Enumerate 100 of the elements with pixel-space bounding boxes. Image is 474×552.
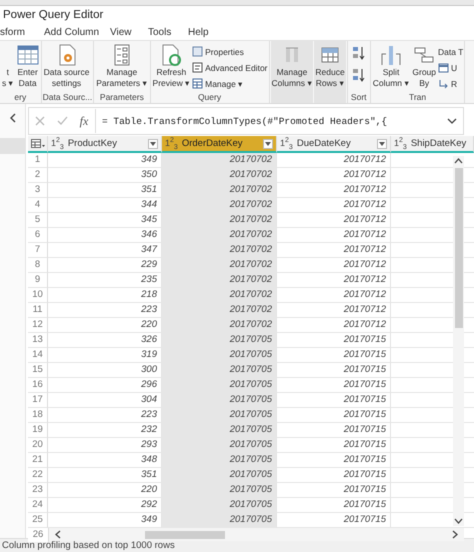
table-cell: 20170715 [277, 498, 391, 513]
table-cell: 300 [48, 363, 162, 378]
ribbon-menu-item[interactable]: U [438, 60, 464, 75]
chevron-down-icon[interactable] [447, 118, 457, 124]
table-cell: 20170705 [162, 483, 277, 498]
formula-field[interactable]: = Table.TransformColumnTypes(#"Promoted Headers",{ [95, 109, 463, 133]
table-cell: 344 [48, 198, 162, 213]
refresh-document-icon [160, 44, 182, 66]
table-cell: 20170712 [277, 273, 391, 288]
ribbon-button[interactable]: Manage Columns ▾ [270, 41, 314, 103]
table-cell: 20170702 [162, 243, 277, 258]
fx-label: fx [78, 114, 90, 128]
table-menu-button[interactable] [28, 136, 48, 153]
scroll-right-icon[interactable] [450, 530, 460, 540]
sort-descending-button[interactable] [352, 67, 366, 83]
row-number: 25 [28, 513, 48, 528]
column-header[interactable]: 1$^{2}$$_{3}$ ShipDateKey [391, 136, 474, 153]
table-cell: 20170702 [162, 228, 277, 243]
filter-dropdown-button[interactable] [263, 138, 273, 148]
table-icon [192, 78, 204, 89]
filter-dropdown-button[interactable] [148, 138, 158, 148]
table-cell: 349 [48, 153, 162, 168]
table-cell: 229 [48, 258, 162, 273]
row-number: 2 [28, 168, 48, 183]
properties-icon [192, 46, 204, 57]
table-cell: 20170705 [162, 363, 277, 378]
row-number: 1 [28, 153, 48, 168]
table-cell: 20170712 [277, 318, 391, 333]
menu-tab[interactable]: sform [0, 26, 44, 38]
table-cell: 20170705 [162, 348, 277, 363]
table-cell: 304 [48, 393, 162, 408]
table-cell: 20170712 [277, 213, 391, 228]
row-number: 22 [28, 468, 48, 483]
row-number: 18 [28, 408, 48, 423]
menu-tab[interactable]: Help [188, 26, 228, 38]
column-header[interactable]: 1$^{2}$$_{3}$ OrderDateKey [162, 136, 277, 153]
ribbon-button[interactable]: t s ▾ [1, 41, 15, 91]
filter-dropdown-button[interactable] [377, 138, 387, 148]
document-gear-icon [56, 44, 77, 66]
ribbon-menu-item[interactable]: Properties [192, 44, 268, 59]
ribbon-button[interactable]: Data source settings [42, 41, 90, 91]
row-number: 13 [28, 333, 48, 348]
group-label: ery [13, 91, 28, 103]
table-cell: 348 [48, 453, 162, 468]
table-cell: 346 [48, 228, 162, 243]
ribbon-button[interactable]: Group By [411, 41, 437, 91]
table-cell: 20170715 [277, 363, 391, 378]
table-cell: 20170712 [277, 198, 391, 213]
table-cell: 20170705 [162, 393, 277, 408]
editor-icon [192, 62, 204, 73]
group-label: Query [196, 91, 222, 103]
ribbon-menu-item[interactable]: Manage ▾ [192, 76, 268, 91]
menu-tab[interactable]: Add Column [44, 26, 110, 38]
table-cell: 220 [48, 318, 162, 333]
menu-tab[interactable]: Tools [148, 26, 188, 38]
table-cell: 20170715 [277, 438, 391, 453]
table-cell: 20170702 [162, 318, 277, 333]
table-cell: 20170712 [277, 288, 391, 303]
ribbon-button[interactable]: Refresh Preview ▾ [152, 41, 192, 91]
scroll-up-icon[interactable] [454, 156, 464, 166]
table-cell: 20170702 [162, 213, 277, 228]
scrollbar-thumb[interactable] [454, 168, 462, 328]
scroll-left-icon[interactable] [53, 530, 63, 540]
table-cell: 20170705 [162, 513, 277, 528]
table-cell: 20170705 [162, 498, 277, 513]
row-number: 6 [28, 228, 48, 243]
group-label: Data Sourc... [42, 91, 92, 103]
group-label: Tran [408, 91, 428, 103]
ribbon-button[interactable]: Reduce Rows ▾ [314, 41, 346, 103]
group-label: Sort [350, 91, 368, 103]
ribbon-menu-item[interactable]: R [438, 76, 464, 91]
group-icon [413, 45, 436, 65]
table-cell: 232 [48, 423, 162, 438]
table-cell: 20170715 [277, 483, 391, 498]
ribbon-menu-item[interactable]: Advanced Editor [192, 60, 268, 75]
table-cell: 20170715 [277, 333, 391, 348]
collapse-icon[interactable] [8, 112, 18, 124]
sort-ascending-button[interactable] [352, 45, 366, 61]
ribbon-button[interactable]: Split Column ▾ [372, 41, 410, 91]
table-cell: 20170715 [277, 393, 391, 408]
status-text: Column profiling based on top 1000 rows [2, 540, 175, 551]
table-cell: 20170715 [277, 513, 391, 528]
caret-icon [265, 142, 271, 146]
menu-tab[interactable]: View [110, 26, 148, 38]
ribbon-menu-item[interactable]: Data T [438, 44, 464, 59]
column-header[interactable]: 1$^{2}$$_{3}$ DueDateKey [277, 136, 391, 153]
scrollbar-thumb[interactable] [145, 530, 225, 538]
table-cell: 20170712 [277, 243, 391, 258]
table-cell: 235 [48, 273, 162, 288]
row-number: 3 [28, 183, 48, 198]
table-cell: 20170705 [162, 378, 277, 393]
ribbon-button[interactable]: Enter Data [16, 41, 40, 91]
table-cell: 319 [48, 348, 162, 363]
scroll-down-icon[interactable] [454, 516, 464, 526]
column-header[interactable]: 1$^{2}$$_{3}$ ProductKey [48, 136, 162, 153]
table-cell: 326 [48, 333, 162, 348]
row-number: 15 [28, 363, 48, 378]
table-cell: 20170712 [277, 168, 391, 183]
table-cell: 351 [48, 468, 162, 483]
ribbon-button[interactable]: Manage Parameters ▾ [95, 41, 149, 91]
